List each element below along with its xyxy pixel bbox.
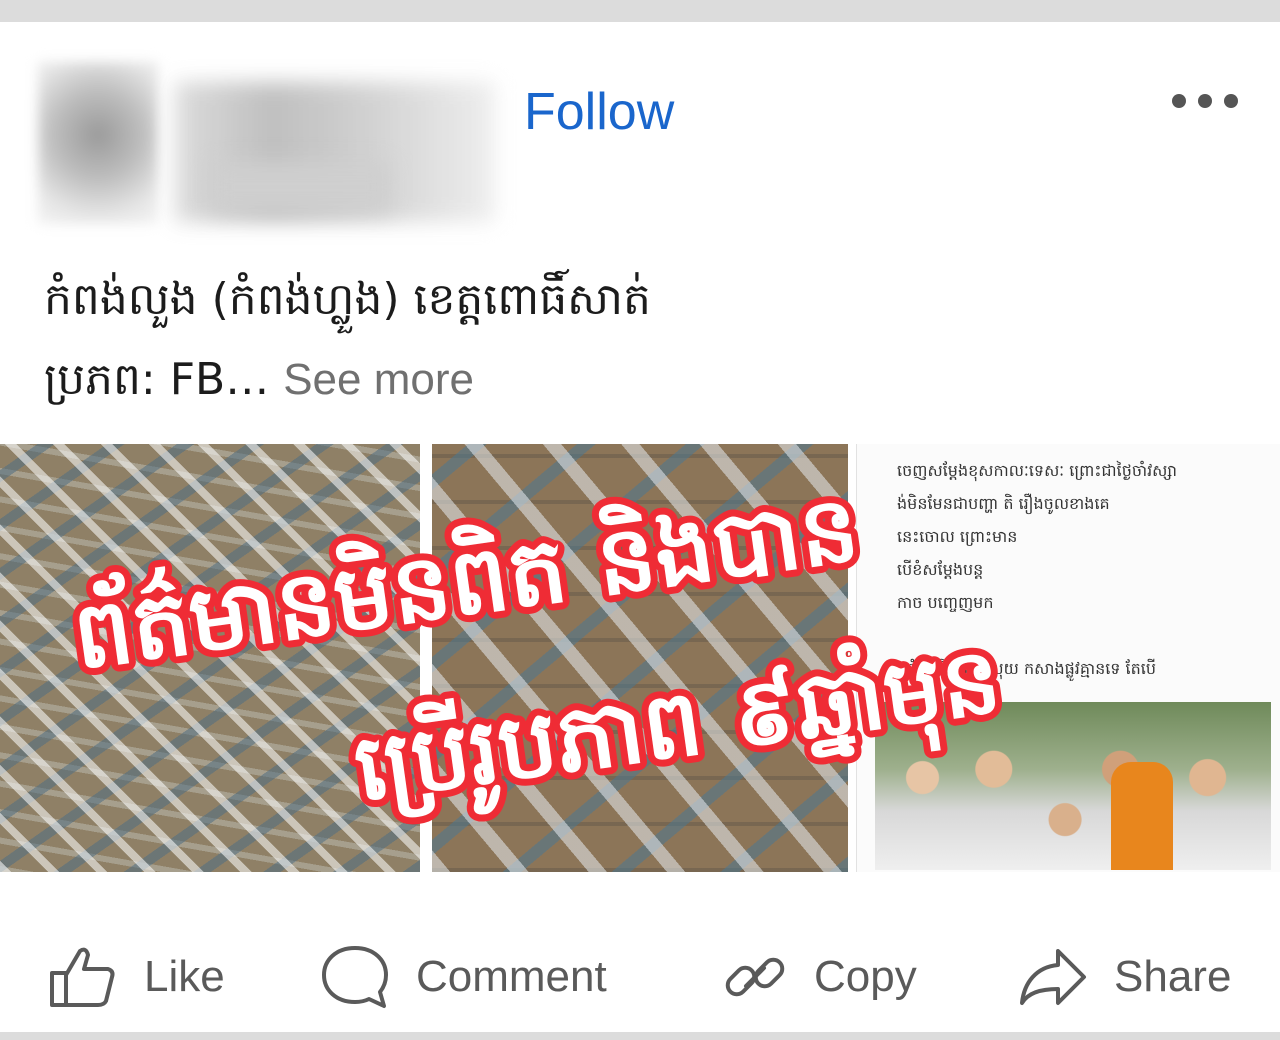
comment-button[interactable]: Comment <box>320 922 607 1032</box>
share-button[interactable]: Share <box>1018 922 1231 1032</box>
thumbs-up-icon <box>50 947 115 1007</box>
gallery-image-document[interactable]: ចេញសម្ដែងខុសកាលៈទេសៈ ព្រោះជាថ្ងៃចាំវស្សា… <box>856 444 1280 872</box>
doc-line <box>897 619 1271 652</box>
doc-line: ចេញសម្ដែងខុសកាលៈទេសៈ ព្រោះជាថ្ងៃចាំវស្សា <box>897 461 1178 480</box>
post-text-line1: កំពង់លួង (កំពង់ហ្លួង) ខេត្តពោធិ៍សាត់ <box>44 274 651 325</box>
copy-label: Copy <box>814 952 917 1001</box>
share-arrow-icon <box>1020 949 1086 1005</box>
action-bar: Like Comment Copy Share <box>0 922 1280 1032</box>
gallery-image-floating-village-1[interactable] <box>0 444 420 872</box>
post-text-line2: ប្រភព: FB… See more <box>44 352 474 416</box>
follow-button[interactable]: Follow <box>524 82 674 142</box>
gallery-image-floating-village-2[interactable] <box>432 444 848 872</box>
comment-bubble-icon <box>322 946 388 1008</box>
photo-gallery: ចេញសម្ដែងខុសកាលៈទេសៈ ព្រោះជាថ្ងៃចាំវស្សា… <box>0 444 1280 872</box>
post-meta-blurred <box>210 162 390 212</box>
document-text: ចេញសម្ដែងខុសកាលៈទេសៈ ព្រោះជាថ្ងៃចាំវស្សា… <box>897 454 1271 718</box>
doc-line: បើខំសម្ដែងបន្ត <box>897 560 984 579</box>
comment-label: Comment <box>416 952 607 1001</box>
avatar[interactable] <box>38 62 158 224</box>
share-label: Share <box>1114 952 1232 1001</box>
copy-link-button[interactable]: Copy <box>722 922 917 1032</box>
doc-line: កាច បញ្ចេញមក <box>897 593 994 612</box>
monk-figure <box>1111 762 1173 870</box>
doc-line: បខ្ញុំចង់និយាយ លុយ កសាងផ្លូវគ្មានទេ តែបើ <box>897 659 1157 678</box>
like-label: Like <box>144 952 225 1001</box>
see-more-link[interactable]: See more <box>283 355 474 404</box>
crowd-photo <box>875 702 1271 870</box>
doc-line: នេះចោល ព្រោះមាន <box>897 527 1018 546</box>
doc-line: ង់មិនមែនជាបញ្ហា តិ រឿងចូលខាងគេ <box>897 494 1110 513</box>
link-icon <box>725 957 785 997</box>
bottom-edge <box>0 1032 1280 1040</box>
like-button[interactable]: Like <box>48 922 225 1032</box>
post-source: ប្រភព: FB… <box>44 354 270 405</box>
post-card: Follow កំពង់លួង (កំពង់ហ្លួង) ខេត្តពោធិ៍ស… <box>0 22 1280 1032</box>
more-horizontal-icon[interactable] <box>1172 88 1248 114</box>
